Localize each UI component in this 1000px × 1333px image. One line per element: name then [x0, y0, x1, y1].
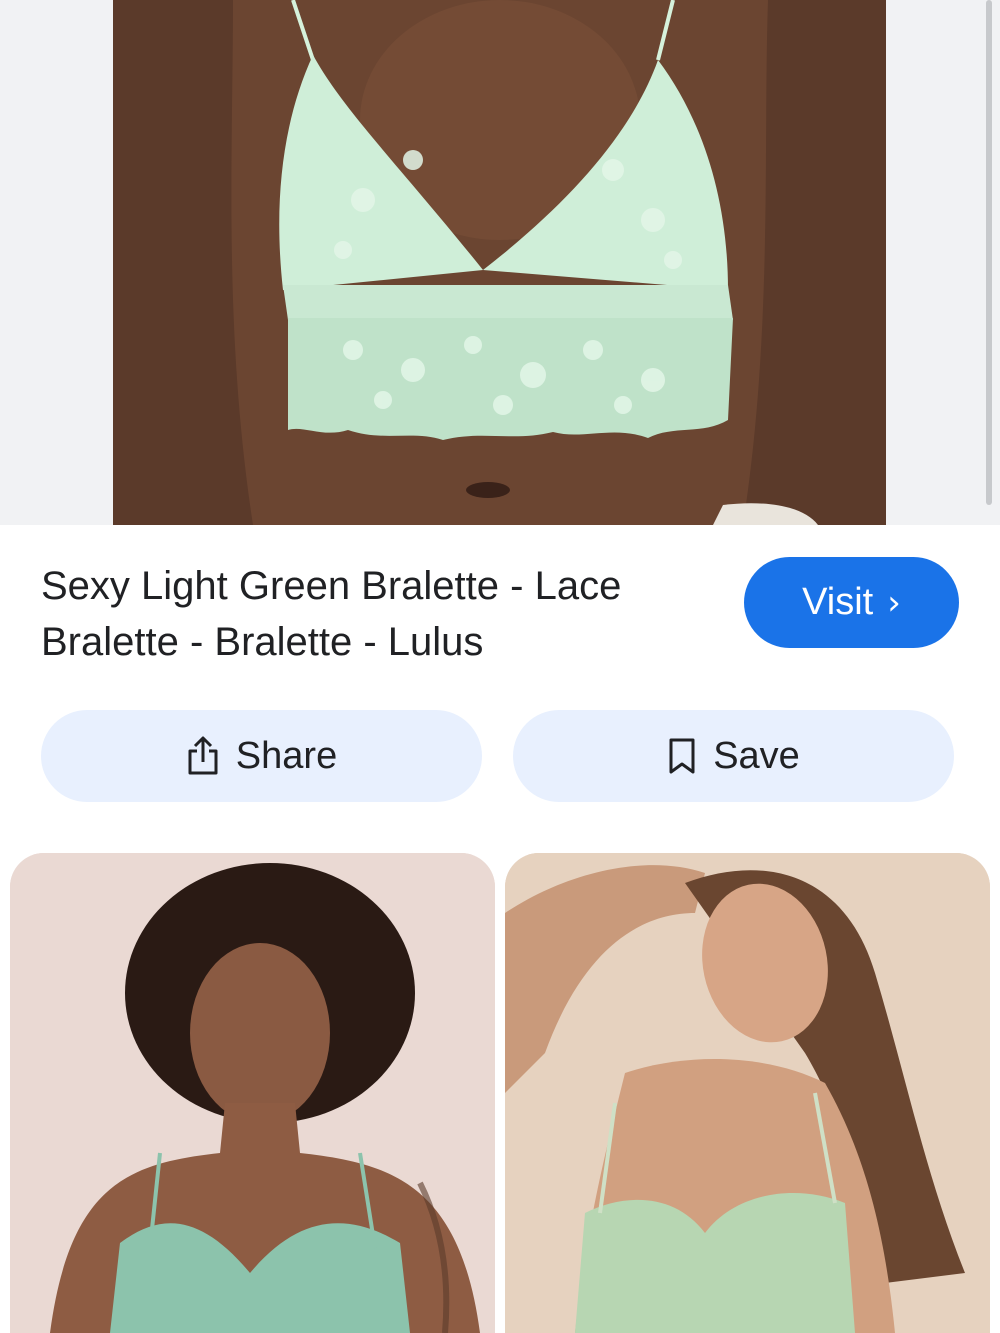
chevron-right-icon: ›: [887, 582, 901, 623]
related-photo-1: [10, 853, 495, 1333]
share-button[interactable]: Share: [41, 710, 482, 802]
visit-button[interactable]: Visit ›: [744, 557, 959, 648]
result-title[interactable]: Sexy Light Green Bralette - Lace Bralett…: [41, 558, 701, 670]
save-label: Save: [713, 734, 800, 777]
save-button[interactable]: Save: [513, 710, 954, 802]
bralette-photo: [113, 0, 886, 525]
related-image-1[interactable]: [10, 853, 495, 1333]
bookmark-icon: [667, 737, 697, 775]
related-image-2[interactable]: [505, 853, 990, 1333]
share-icon: [186, 736, 220, 776]
visit-label: Visit: [802, 581, 874, 623]
related-photo-2: [505, 853, 990, 1333]
scrollbar[interactable]: [986, 0, 992, 505]
share-label: Share: [235, 734, 338, 777]
main-image-area: [0, 0, 1000, 525]
main-product-image[interactable]: [113, 0, 886, 525]
